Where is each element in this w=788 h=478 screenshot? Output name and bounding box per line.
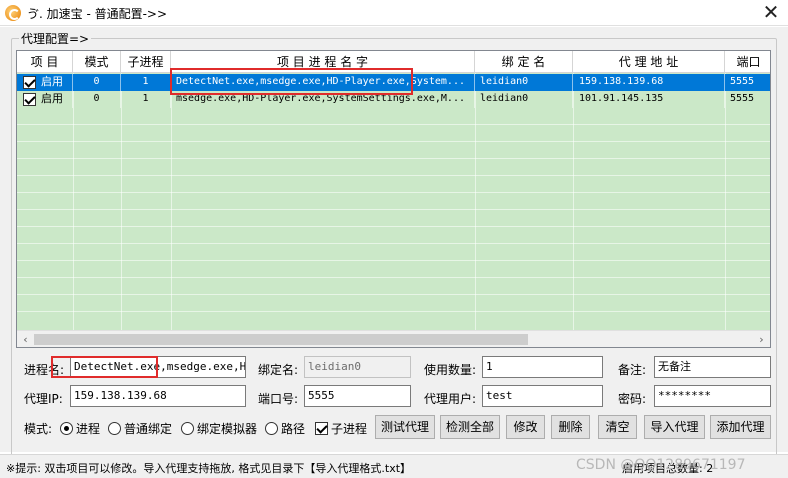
- grid-line: [17, 226, 770, 227]
- proxy-user-input[interactable]: test: [482, 385, 603, 407]
- radio-selected-icon: [60, 422, 73, 435]
- port-input[interactable]: 5555: [304, 385, 411, 407]
- proxy-ip-input[interactable]: 159.138.139.68: [70, 385, 246, 407]
- dialog-body: 代理配置=> 项 目 模式 子进程 项 目 进 程 名 字 绑 定 名 代 理 …: [0, 27, 788, 456]
- grid-line: [17, 192, 770, 193]
- col-header-process-names[interactable]: 项 目 进 程 名 字: [171, 51, 475, 73]
- row-mode: 0: [73, 74, 121, 91]
- test-proxy-button[interactable]: 测试代理: [375, 415, 435, 439]
- proxy-config-label: 代理配置=>: [19, 30, 92, 47]
- row-port: 5555: [730, 93, 755, 104]
- app-icon: [5, 5, 21, 21]
- row-subprocess: 1: [121, 74, 171, 91]
- grid-line: [17, 311, 770, 312]
- note-input[interactable]: 无备注: [654, 356, 771, 378]
- grid-line: [17, 175, 770, 176]
- use-count-label: 使用数量:: [424, 363, 477, 377]
- radio-icon: [108, 422, 121, 435]
- scroll-left-icon[interactable]: ‹: [17, 331, 34, 347]
- scroll-right-icon[interactable]: ›: [753, 331, 770, 347]
- note-label: 备注:: [618, 363, 647, 377]
- status-hint: ※提示: 双击项目可以修改。导入代理支持拖放, 格式见目录下【导入代理格式.tx…: [6, 462, 412, 475]
- row-subprocess: 1: [121, 91, 171, 108]
- mode-radio-normal-bind[interactable]: 普通绑定: [108, 420, 172, 436]
- row-enabled: 启用: [41, 91, 73, 108]
- watermark: CSDN @QQ1289671197: [576, 457, 746, 473]
- clear-button[interactable]: 清空: [598, 415, 637, 439]
- bind-name-label: 绑定名:: [258, 363, 299, 377]
- row-enabled: 启用: [41, 74, 73, 91]
- process-name-label: 进程名:: [24, 363, 65, 377]
- process-name-input[interactable]: DetectNet.exe,msedge.exe,HD-: [70, 356, 246, 378]
- bind-name-input[interactable]: leidian0: [304, 356, 411, 378]
- row-proxy-address: 101.91.145.135: [573, 91, 725, 108]
- password-input[interactable]: ********: [654, 385, 771, 407]
- use-count-input[interactable]: 1: [482, 356, 603, 378]
- port-label: 端口号:: [258, 392, 299, 406]
- password-label: 密码:: [618, 392, 647, 406]
- grid-line: [17, 158, 770, 159]
- checkbox-checked-icon: [315, 422, 328, 435]
- mode-radio-path[interactable]: 路径: [265, 420, 305, 436]
- window-title: ゔ. 加速宝 - 普通配置->>: [27, 7, 168, 21]
- grid-line: [17, 209, 770, 210]
- mode-radio-process[interactable]: 进程: [60, 420, 100, 436]
- grid-line: [17, 294, 770, 295]
- title-bar: ゔ. 加速宝 - 普通配置->> ✕: [0, 0, 788, 26]
- check-all-button[interactable]: 检测全部: [440, 415, 500, 439]
- col-header-bind-name[interactable]: 绑 定 名: [475, 51, 573, 73]
- proxy-table[interactable]: 项 目 模式 子进程 项 目 进 程 名 字 绑 定 名 代 理 地 址 端口: [16, 50, 771, 348]
- col-header-subprocess[interactable]: 子进程: [121, 51, 171, 73]
- col-header-port[interactable]: 端口: [725, 51, 770, 73]
- grid-line: [17, 277, 770, 278]
- table-row[interactable]: 启用 0 1 msedge.exe,HD-Player.exe,SystemSe…: [17, 91, 770, 108]
- grid-line: [17, 124, 770, 125]
- horizontal-scrollbar[interactable]: ‹ ›: [17, 330, 770, 347]
- grid-line: [17, 141, 770, 142]
- mode-radio-bind-emulator[interactable]: 绑定模拟器: [181, 420, 257, 436]
- subprocess-checkbox[interactable]: 子进程: [315, 420, 367, 436]
- row-bind-name: leidian0: [475, 74, 573, 91]
- row-bind-name: leidian0: [475, 91, 573, 108]
- table-row[interactable]: 启用 0 1 DetectNet.exe,msedge.exe,HD-Playe…: [17, 74, 770, 91]
- col-header-mode[interactable]: 模式: [73, 51, 121, 73]
- row-enable-checkbox[interactable]: [23, 76, 36, 89]
- row-process-names: DetectNet.exe,msedge.exe,HD-Player.exe,S…: [171, 74, 475, 91]
- add-proxy-button[interactable]: 添加代理: [710, 415, 771, 439]
- row-process-names: msedge.exe,HD-Player.exe,SystemSettings.…: [171, 91, 475, 108]
- proxy-user-label: 代理用户:: [424, 392, 477, 406]
- table-header: 项 目 模式 子进程 项 目 进 程 名 字 绑 定 名 代 理 地 址 端口: [17, 51, 770, 73]
- radio-icon: [265, 422, 278, 435]
- status-bar: ※提示: 双击项目可以修改。导入代理支持拖放, 格式见目录下【导入代理格式.tx…: [0, 454, 788, 478]
- row-enable-checkbox[interactable]: [23, 93, 36, 106]
- col-header-proxy-address[interactable]: 代 理 地 址: [573, 51, 725, 73]
- grid-line: [17, 243, 770, 244]
- import-proxy-button[interactable]: 导入代理: [644, 415, 705, 439]
- radio-icon: [181, 422, 194, 435]
- delete-button[interactable]: 删除: [551, 415, 590, 439]
- row-mode: 0: [73, 91, 121, 108]
- grid-line: [17, 260, 770, 261]
- close-icon[interactable]: ✕: [760, 2, 782, 24]
- mode-label: 模式:: [24, 422, 53, 436]
- modify-button[interactable]: 修改: [506, 415, 545, 439]
- row-proxy-address: 159.138.139.68: [573, 74, 725, 91]
- proxy-ip-label: 代理IP:: [24, 392, 63, 406]
- row-port: 5555: [730, 76, 755, 87]
- col-header-item[interactable]: 项 目: [17, 51, 73, 73]
- scrollbar-thumb[interactable]: [34, 334, 528, 345]
